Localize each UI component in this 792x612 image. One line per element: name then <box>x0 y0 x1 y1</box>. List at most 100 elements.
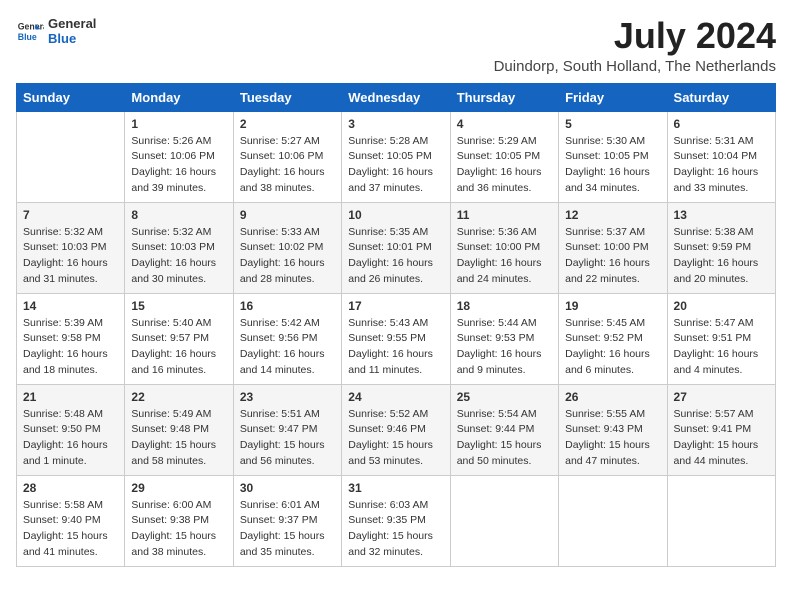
day-number: 28 <box>23 481 118 495</box>
calendar-cell: 2 Sunrise: 5:27 AM Sunset: 10:06 PM Dayli… <box>233 111 341 202</box>
logo-general-text: General <box>48 16 96 31</box>
calendar-table: SundayMondayTuesdayWednesdayThursdayFrid… <box>16 83 776 567</box>
day-number: 5 <box>565 117 660 131</box>
day-number: 23 <box>240 390 335 404</box>
header-thursday: Thursday <box>450 83 558 111</box>
calendar-cell: 17Sunrise: 5:43 AM Sunset: 9:55 PM Dayli… <box>342 293 450 384</box>
day-number: 20 <box>674 299 769 313</box>
day-info: Sunrise: 6:01 AM Sunset: 9:37 PM Dayligh… <box>240 498 335 561</box>
calendar-cell: 25 Sunrise: 5:54 AM Sunset: 9:44 PM Dayli… <box>450 384 558 475</box>
day-number: 2 <box>240 117 335 131</box>
svg-text:Blue: Blue <box>18 32 37 42</box>
calendar-cell: 16 Sunrise: 5:42 AM Sunset: 9:56 PM Dayli… <box>233 293 341 384</box>
day-number: 11 <box>457 208 552 222</box>
day-info: Sunrise: 5:29 AM Sunset: 10:05 PM Daylig… <box>457 134 552 197</box>
calendar-cell: 5 Sunrise: 5:30 AM Sunset: 10:05 PM Dayli… <box>559 111 667 202</box>
day-number: 13 <box>674 208 769 222</box>
day-info: Sunrise: 5:28 AM Sunset: 10:05 PM Daylig… <box>348 134 443 197</box>
calendar-cell: 3 Sunrise: 5:28 AM Sunset: 10:05 PM Dayli… <box>342 111 450 202</box>
day-info: Sunrise: 6:00 AM Sunset: 9:38 PM Dayligh… <box>131 498 226 561</box>
day-info: Sunrise: 5:37 AM Sunset: 10:00 PM Daylig… <box>565 225 660 288</box>
header-tuesday: Tuesday <box>233 83 341 111</box>
calendar-cell: 10 Sunrise: 5:35 AM Sunset: 10:01 PM Dayl… <box>342 202 450 293</box>
day-info: Sunrise: 5:43 AM Sunset: 9:55 PM Dayligh… <box>348 316 443 379</box>
calendar-cell: 29 Sunrise: 6:00 AM Sunset: 9:38 PM Dayli… <box>125 475 233 566</box>
calendar-cell: 24 Sunrise: 5:52 AM Sunset: 9:46 PM Dayli… <box>342 384 450 475</box>
calendar-week-row: 7 Sunrise: 5:32 AM Sunset: 10:03 PM Dayli… <box>17 202 776 293</box>
day-info: Sunrise: 5:49 AM Sunset: 9:48 PM Dayligh… <box>131 407 226 470</box>
header-monday: Monday <box>125 83 233 111</box>
calendar-cell: 23Sunrise: 5:51 AM Sunset: 9:47 PM Dayli… <box>233 384 341 475</box>
calendar-cell: 28Sunrise: 5:58 AM Sunset: 9:40 PM Dayli… <box>17 475 125 566</box>
day-number: 3 <box>348 117 443 131</box>
day-number: 6 <box>674 117 769 131</box>
day-info: Sunrise: 5:48 AM Sunset: 9:50 PM Dayligh… <box>23 407 118 470</box>
day-info: Sunrise: 5:55 AM Sunset: 9:43 PM Dayligh… <box>565 407 660 470</box>
day-info: Sunrise: 5:47 AM Sunset: 9:51 PM Dayligh… <box>674 316 769 379</box>
month-title: July 2024 <box>494 16 776 56</box>
day-info: Sunrise: 5:38 AM Sunset: 9:59 PM Dayligh… <box>674 225 769 288</box>
header: General Blue General Blue July 2024 Duin… <box>16 16 776 75</box>
day-info: Sunrise: 5:39 AM Sunset: 9:58 PM Dayligh… <box>23 316 118 379</box>
calendar-cell: 11 Sunrise: 5:36 AM Sunset: 10:00 PM Dayl… <box>450 202 558 293</box>
day-number: 16 <box>240 299 335 313</box>
day-number: 14 <box>23 299 118 313</box>
logo: General Blue General Blue <box>16 16 96 46</box>
day-info: Sunrise: 5:26 AM Sunset: 10:06 PM Daylig… <box>131 134 226 197</box>
calendar-header-row: SundayMondayTuesdayWednesdayThursdayFrid… <box>17 83 776 111</box>
header-sunday: Sunday <box>17 83 125 111</box>
day-info: Sunrise: 5:27 AM Sunset: 10:06 PM Daylig… <box>240 134 335 197</box>
day-info: Sunrise: 5:44 AM Sunset: 9:53 PM Dayligh… <box>457 316 552 379</box>
calendar-cell <box>559 475 667 566</box>
day-number: 30 <box>240 481 335 495</box>
day-info: Sunrise: 5:52 AM Sunset: 9:46 PM Dayligh… <box>348 407 443 470</box>
calendar-cell: 13 Sunrise: 5:38 AM Sunset: 9:59 PM Dayli… <box>667 202 775 293</box>
day-number: 29 <box>131 481 226 495</box>
svg-text:General: General <box>18 21 44 31</box>
day-number: 9 <box>240 208 335 222</box>
day-number: 7 <box>23 208 118 222</box>
calendar-week-row: 28Sunrise: 5:58 AM Sunset: 9:40 PM Dayli… <box>17 475 776 566</box>
header-saturday: Saturday <box>667 83 775 111</box>
calendar-cell: 12Sunrise: 5:37 AM Sunset: 10:00 PM Dayl… <box>559 202 667 293</box>
day-number: 18 <box>457 299 552 313</box>
day-number: 19 <box>565 299 660 313</box>
day-number: 10 <box>348 208 443 222</box>
calendar-week-row: 14 Sunrise: 5:39 AM Sunset: 9:58 PM Dayli… <box>17 293 776 384</box>
calendar-week-row: 1 Sunrise: 5:26 AM Sunset: 10:06 PM Dayli… <box>17 111 776 202</box>
calendar-cell: 30 Sunrise: 6:01 AM Sunset: 9:37 PM Dayli… <box>233 475 341 566</box>
calendar-week-row: 21Sunrise: 5:48 AM Sunset: 9:50 PM Dayli… <box>17 384 776 475</box>
day-number: 25 <box>457 390 552 404</box>
day-number: 15 <box>131 299 226 313</box>
calendar-cell: 21Sunrise: 5:48 AM Sunset: 9:50 PM Dayli… <box>17 384 125 475</box>
day-number: 1 <box>131 117 226 131</box>
calendar-cell: 20 Sunrise: 5:47 AM Sunset: 9:51 PM Dayli… <box>667 293 775 384</box>
day-info: Sunrise: 5:45 AM Sunset: 9:52 PM Dayligh… <box>565 316 660 379</box>
calendar-cell <box>17 111 125 202</box>
calendar-cell: 6Sunrise: 5:31 AM Sunset: 10:04 PM Dayli… <box>667 111 775 202</box>
calendar-cell: 14 Sunrise: 5:39 AM Sunset: 9:58 PM Dayli… <box>17 293 125 384</box>
day-info: Sunrise: 5:57 AM Sunset: 9:41 PM Dayligh… <box>674 407 769 470</box>
day-number: 8 <box>131 208 226 222</box>
calendar-cell: 9Sunrise: 5:33 AM Sunset: 10:02 PM Dayli… <box>233 202 341 293</box>
calendar-cell: 31Sunrise: 6:03 AM Sunset: 9:35 PM Dayli… <box>342 475 450 566</box>
day-info: Sunrise: 5:36 AM Sunset: 10:00 PM Daylig… <box>457 225 552 288</box>
header-friday: Friday <box>559 83 667 111</box>
logo-icon: General Blue <box>16 17 44 45</box>
calendar-cell <box>450 475 558 566</box>
day-info: Sunrise: 5:30 AM Sunset: 10:05 PM Daylig… <box>565 134 660 197</box>
day-info: Sunrise: 5:42 AM Sunset: 9:56 PM Dayligh… <box>240 316 335 379</box>
day-info: Sunrise: 5:32 AM Sunset: 10:03 PM Daylig… <box>23 225 118 288</box>
day-info: Sunrise: 5:54 AM Sunset: 9:44 PM Dayligh… <box>457 407 552 470</box>
day-number: 26 <box>565 390 660 404</box>
calendar-cell: 22Sunrise: 5:49 AM Sunset: 9:48 PM Dayli… <box>125 384 233 475</box>
location-title: Duindorp, South Holland, The Netherlands <box>494 58 776 75</box>
calendar-cell: 27Sunrise: 5:57 AM Sunset: 9:41 PM Dayli… <box>667 384 775 475</box>
logo-blue-text: Blue <box>48 31 96 46</box>
day-info: Sunrise: 5:35 AM Sunset: 10:01 PM Daylig… <box>348 225 443 288</box>
header-wednesday: Wednesday <box>342 83 450 111</box>
calendar-cell <box>667 475 775 566</box>
day-info: Sunrise: 5:40 AM Sunset: 9:57 PM Dayligh… <box>131 316 226 379</box>
calendar-cell: 8Sunrise: 5:32 AM Sunset: 10:03 PM Dayli… <box>125 202 233 293</box>
day-number: 24 <box>348 390 443 404</box>
